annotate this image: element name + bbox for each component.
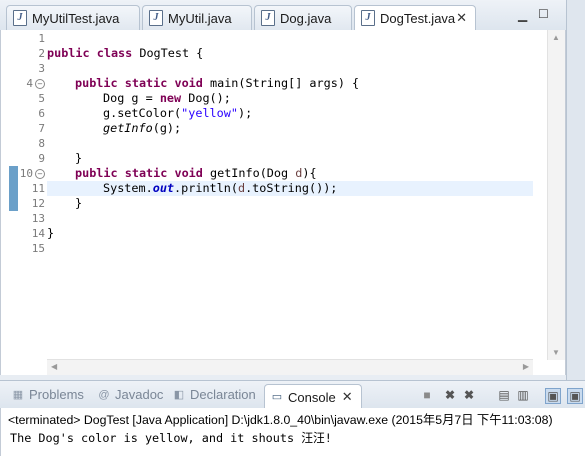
code-line: } xyxy=(75,151,83,165)
maximize-icon[interactable]: ☐ xyxy=(538,7,549,21)
code-line: g.setColor("yellow"); xyxy=(103,106,253,120)
horizontal-scrollbar[interactable]: ◀ ▶ xyxy=(47,359,533,375)
code-editor[interactable]: 1 2 3 4 5 6 7 8 9 10 11 12 13 14 15 − − … xyxy=(0,30,566,375)
tab-myutiltest[interactable]: J MyUtilTest.java xyxy=(6,5,140,30)
scroll-right-icon[interactable]: ▶ xyxy=(523,362,529,371)
console-output-area[interactable]: <terminated> DogTest [Java Application] … xyxy=(0,408,585,456)
scroll-left-icon[interactable]: ◀ xyxy=(51,362,57,371)
line-number: 7 xyxy=(38,122,45,135)
fold-toggle-icon[interactable]: − xyxy=(35,169,45,179)
vertical-scrollbar[interactable]: ▲ ▼ xyxy=(547,30,565,360)
tab-dog[interactable]: J Dog.java xyxy=(254,5,352,30)
problems-icon: ▦ xyxy=(12,388,24,401)
clear-console-icon[interactable]: ▤ xyxy=(497,388,511,402)
tab-problems[interactable]: ▦ Problems xyxy=(12,387,84,402)
close-icon[interactable]: ✕ xyxy=(342,389,353,405)
code-line: } xyxy=(47,226,55,240)
tab-javadoc[interactable]: @ Javadoc xyxy=(98,387,163,402)
declaration-icon: ◧ xyxy=(173,388,185,401)
tab-label: MyUtilTest.java xyxy=(32,10,120,26)
console-icon: ▭ xyxy=(271,391,283,403)
remove-launch-icon[interactable]: ✖ xyxy=(443,388,457,402)
code-line: public static void main(String[] args) { xyxy=(75,76,360,90)
line-number: 15 xyxy=(31,242,45,255)
close-icon[interactable]: ✕ xyxy=(456,10,467,26)
line-number: 5 xyxy=(38,92,45,105)
code-area[interactable]: public class DogTest { public static voi… xyxy=(47,30,533,360)
line-number: 11 xyxy=(31,182,45,195)
minimize-icon[interactable]: ▁ xyxy=(518,8,527,22)
line-number: 1 xyxy=(38,32,45,45)
scroll-up-icon[interactable]: ▲ xyxy=(552,33,560,42)
line-number: 2 xyxy=(38,47,45,60)
show-on-error-icon[interactable]: ▣ xyxy=(567,388,583,404)
tab-myutil[interactable]: J MyUtil.java xyxy=(142,5,252,30)
editor-tab-bar: J MyUtilTest.java J MyUtil.java J Dog.ja… xyxy=(0,0,566,30)
java-file-icon: J xyxy=(13,10,27,26)
tab-dogtest[interactable]: J DogTest.java ✕ xyxy=(354,5,476,30)
tab-label: Dog.java xyxy=(280,10,332,26)
code-line: System.out.println(d.toString()); xyxy=(103,181,338,195)
console-tab-bar: ▦ Problems @ Javadoc ◧ Declaration ▭ Con… xyxy=(0,380,585,409)
outline-panel-edge xyxy=(566,0,585,380)
tab-console[interactable]: ▭ Console ✕ xyxy=(264,384,362,409)
line-number-gutter: 1 2 3 4 5 6 7 8 9 10 11 12 13 14 15 − − xyxy=(10,30,45,375)
line-number: 14 xyxy=(31,227,45,240)
java-file-icon: J xyxy=(261,10,275,26)
code-line: Dog g = new Dog(); xyxy=(103,91,231,105)
line-number: 3 xyxy=(38,62,45,75)
tab-declaration[interactable]: ◧ Declaration xyxy=(173,387,256,402)
line-number: 12 xyxy=(31,197,45,210)
scroll-lock-icon[interactable]: ▥ xyxy=(516,388,530,402)
scroll-down-icon[interactable]: ▼ xyxy=(552,348,560,357)
code-line: public class DogTest { xyxy=(47,46,204,60)
terminate-icon[interactable]: ■ xyxy=(420,388,434,402)
tab-label: MyUtil.java xyxy=(168,10,232,26)
code-line: getInfo(g); xyxy=(103,121,182,135)
remove-all-terminated-icon[interactable]: ✖ xyxy=(462,388,476,402)
console-status-line: <terminated> DogTest [Java Application] … xyxy=(8,413,553,427)
line-number: 8 xyxy=(38,137,45,150)
code-line: } xyxy=(75,196,83,210)
line-number: 4 xyxy=(26,77,33,90)
show-on-output-icon[interactable]: ▣ xyxy=(545,388,561,404)
tab-label: DogTest.java xyxy=(380,10,456,26)
java-file-icon: J xyxy=(361,10,375,26)
code-line: public static void getInfo(Dog d){ xyxy=(75,166,317,180)
line-number: 9 xyxy=(38,152,45,165)
javadoc-icon: @ xyxy=(98,388,110,401)
fold-toggle-icon[interactable]: − xyxy=(35,79,45,89)
line-number: 13 xyxy=(31,212,45,225)
java-file-icon: J xyxy=(149,10,163,26)
console-output-text: The Dog's color is yellow, and it shouts… xyxy=(10,431,332,445)
line-number: 10 xyxy=(19,167,33,180)
line-number: 6 xyxy=(38,107,45,120)
